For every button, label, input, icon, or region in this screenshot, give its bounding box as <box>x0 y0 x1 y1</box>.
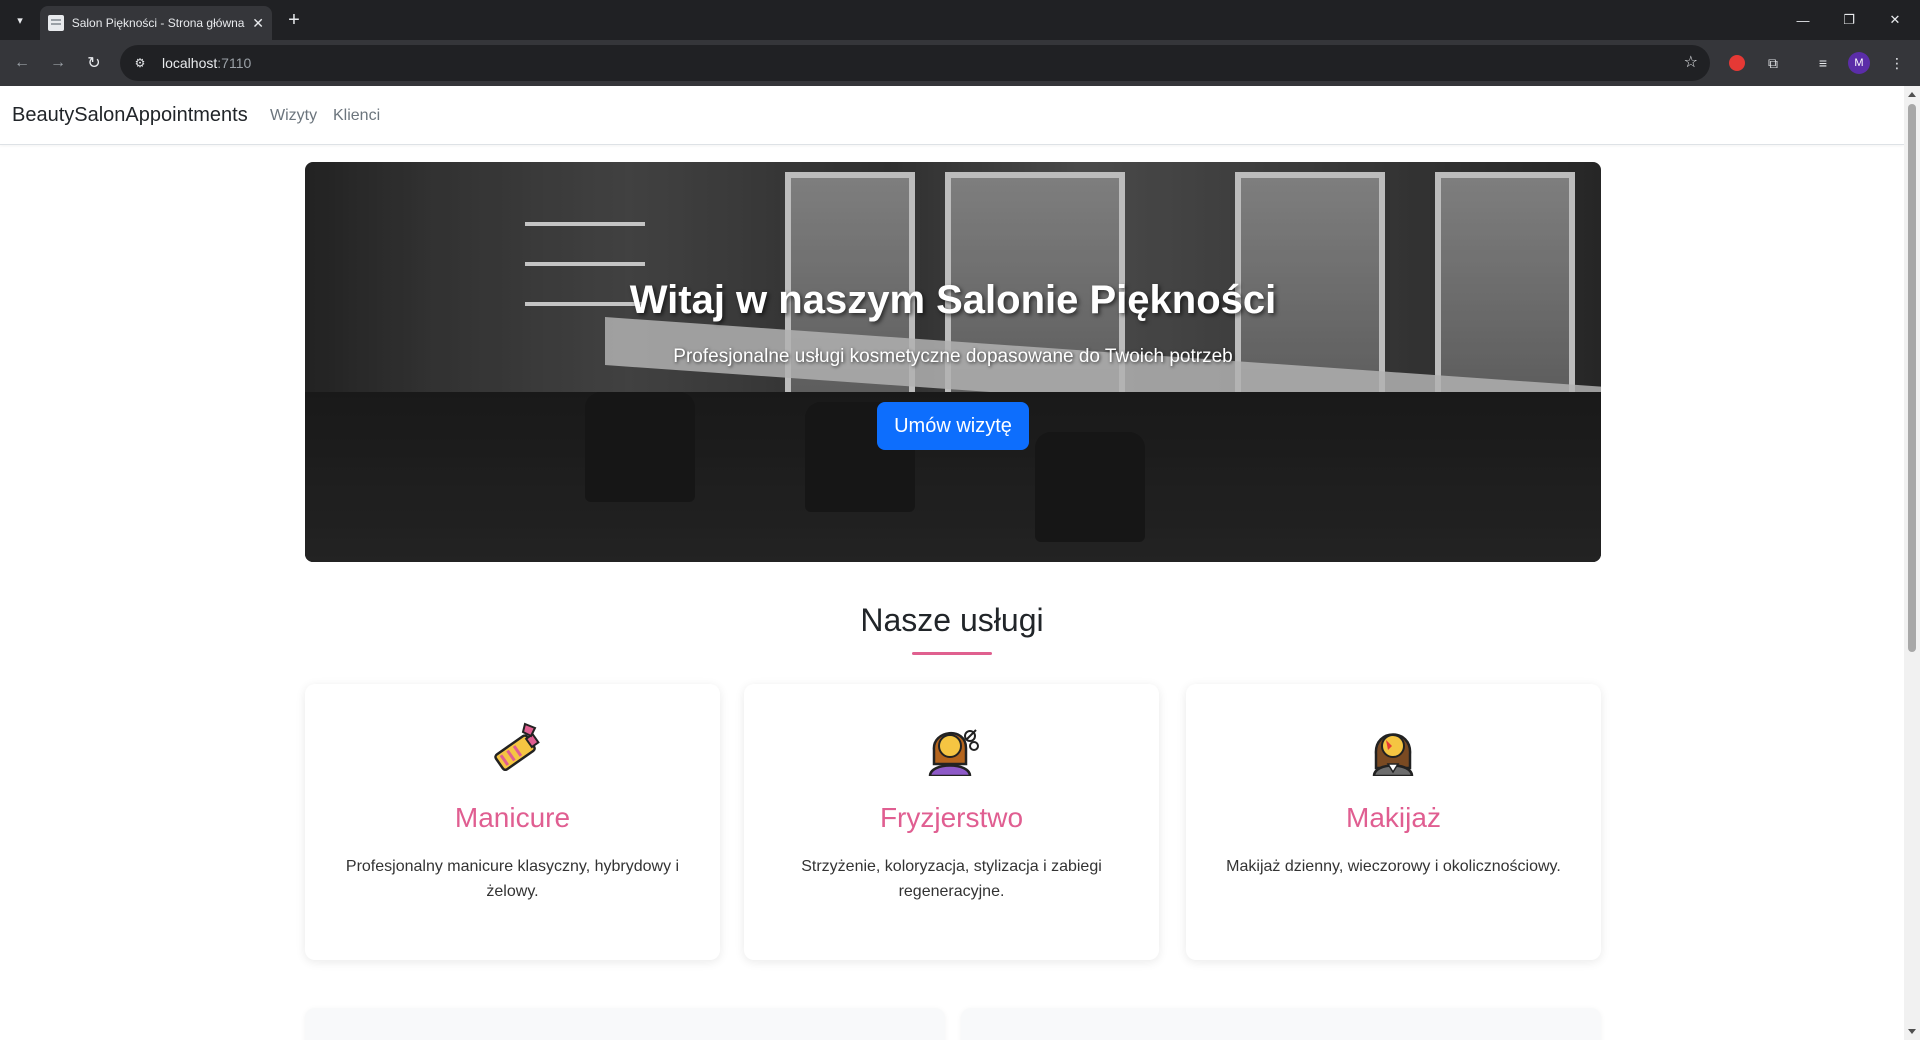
service-description: Strzyżenie, koloryzacja, stylizacja i za… <box>801 858 1102 900</box>
services-heading: Nasze usługi <box>860 602 1044 638</box>
tab-title: Salon Piękności - Strona główna <box>71 16 245 30</box>
extensions-puzzle-icon[interactable]: ⧉ <box>1762 52 1784 74</box>
media-controls-icon[interactable]: ≡ <box>1812 52 1834 74</box>
hero-subtitle: Profesjonalne usługi kosmetyczne dopasow… <box>673 346 1233 367</box>
url-text[interactable]: localhost:7110 <box>162 55 251 71</box>
extension-red-icon[interactable] <box>1726 52 1748 74</box>
browser-toolbar: ← → ↻ ⚙ localhost:7110 ☆ ⧉ ≡ M ⋮ <box>0 40 1920 86</box>
scroll-thumb[interactable] <box>1908 104 1916 652</box>
service-description: Makijaż dzienny, wieczorowy i okolicznoś… <box>1226 858 1561 875</box>
new-tab-icon[interactable]: + <box>282 8 306 32</box>
service-card-fryzjerstwo: Fryzjerstwo Strzyżenie, koloryzacja, sty… <box>744 684 1159 960</box>
browser-menu-icon[interactable]: ⋮ <box>1886 52 1908 74</box>
profile-avatar[interactable]: M <box>1848 52 1870 74</box>
page-scrollbar[interactable] <box>1904 86 1920 1040</box>
makeup-icon <box>1186 720 1601 776</box>
bookmark-star-icon[interactable]: ☆ <box>1684 52 1698 72</box>
hero-banner: Witaj w naszym Salonie Piękności Profesj… <box>305 162 1601 562</box>
heading-underline <box>912 652 992 655</box>
site-navbar: BeautySalonAppointments Wizyty Klienci <box>0 86 1904 145</box>
back-icon[interactable]: ← <box>10 51 34 75</box>
page-favicon-icon <box>48 15 64 31</box>
site-info-icon[interactable]: ⚙ <box>128 51 152 75</box>
service-card-manicure: Manicure Profesjonalny manicure klasyczn… <box>305 684 720 960</box>
tab-close-icon[interactable]: ✕ <box>252 15 264 32</box>
haircut-icon <box>744 720 1159 776</box>
service-description: Profesjonalny manicure klasyczny, hybryd… <box>345 858 680 900</box>
tab-search-icon[interactable]: ▾ <box>8 8 32 32</box>
minimize-icon[interactable]: — <box>1780 0 1826 40</box>
address-bar[interactable]: ⚙ localhost:7110 ☆ <box>120 45 1710 81</box>
reload-icon[interactable]: ↻ <box>82 51 106 75</box>
nail-polish-icon <box>305 720 720 776</box>
lower-card-left <box>305 1008 945 1040</box>
restore-icon[interactable]: ❐ <box>1826 0 1872 40</box>
book-appointment-button[interactable]: Umów wizytę <box>877 402 1029 450</box>
nav-link-klienci[interactable]: Klienci <box>333 107 380 125</box>
scroll-down-icon[interactable] <box>1908 1029 1916 1034</box>
brand-link[interactable]: BeautySalonAppointments <box>12 104 248 127</box>
scroll-up-icon[interactable] <box>1908 92 1916 97</box>
forward-icon[interactable]: → <box>46 51 70 75</box>
hero-title: Witaj w naszym Salonie Piękności <box>629 278 1277 322</box>
close-window-icon[interactable]: ✕ <box>1872 0 1918 40</box>
page-viewport: BeautySalonAppointments Wizyty Klienci W… <box>0 86 1904 1040</box>
nav-link-wizyty[interactable]: Wizyty <box>270 107 317 125</box>
browser-tab[interactable]: Salon Piękności - Strona główna ✕ <box>40 6 272 40</box>
lower-card-right <box>961 1008 1601 1040</box>
service-card-makijaz: Makijaż Makijaż dzienny, wieczorowy i ok… <box>1186 684 1601 960</box>
service-title: Manicure <box>454 802 571 833</box>
service-title: Makijaż <box>1346 802 1441 833</box>
browser-tab-bar: ▾ Salon Piękności - Strona główna ✕ + — … <box>0 0 1920 40</box>
service-title: Fryzjerstwo <box>879 802 1024 833</box>
